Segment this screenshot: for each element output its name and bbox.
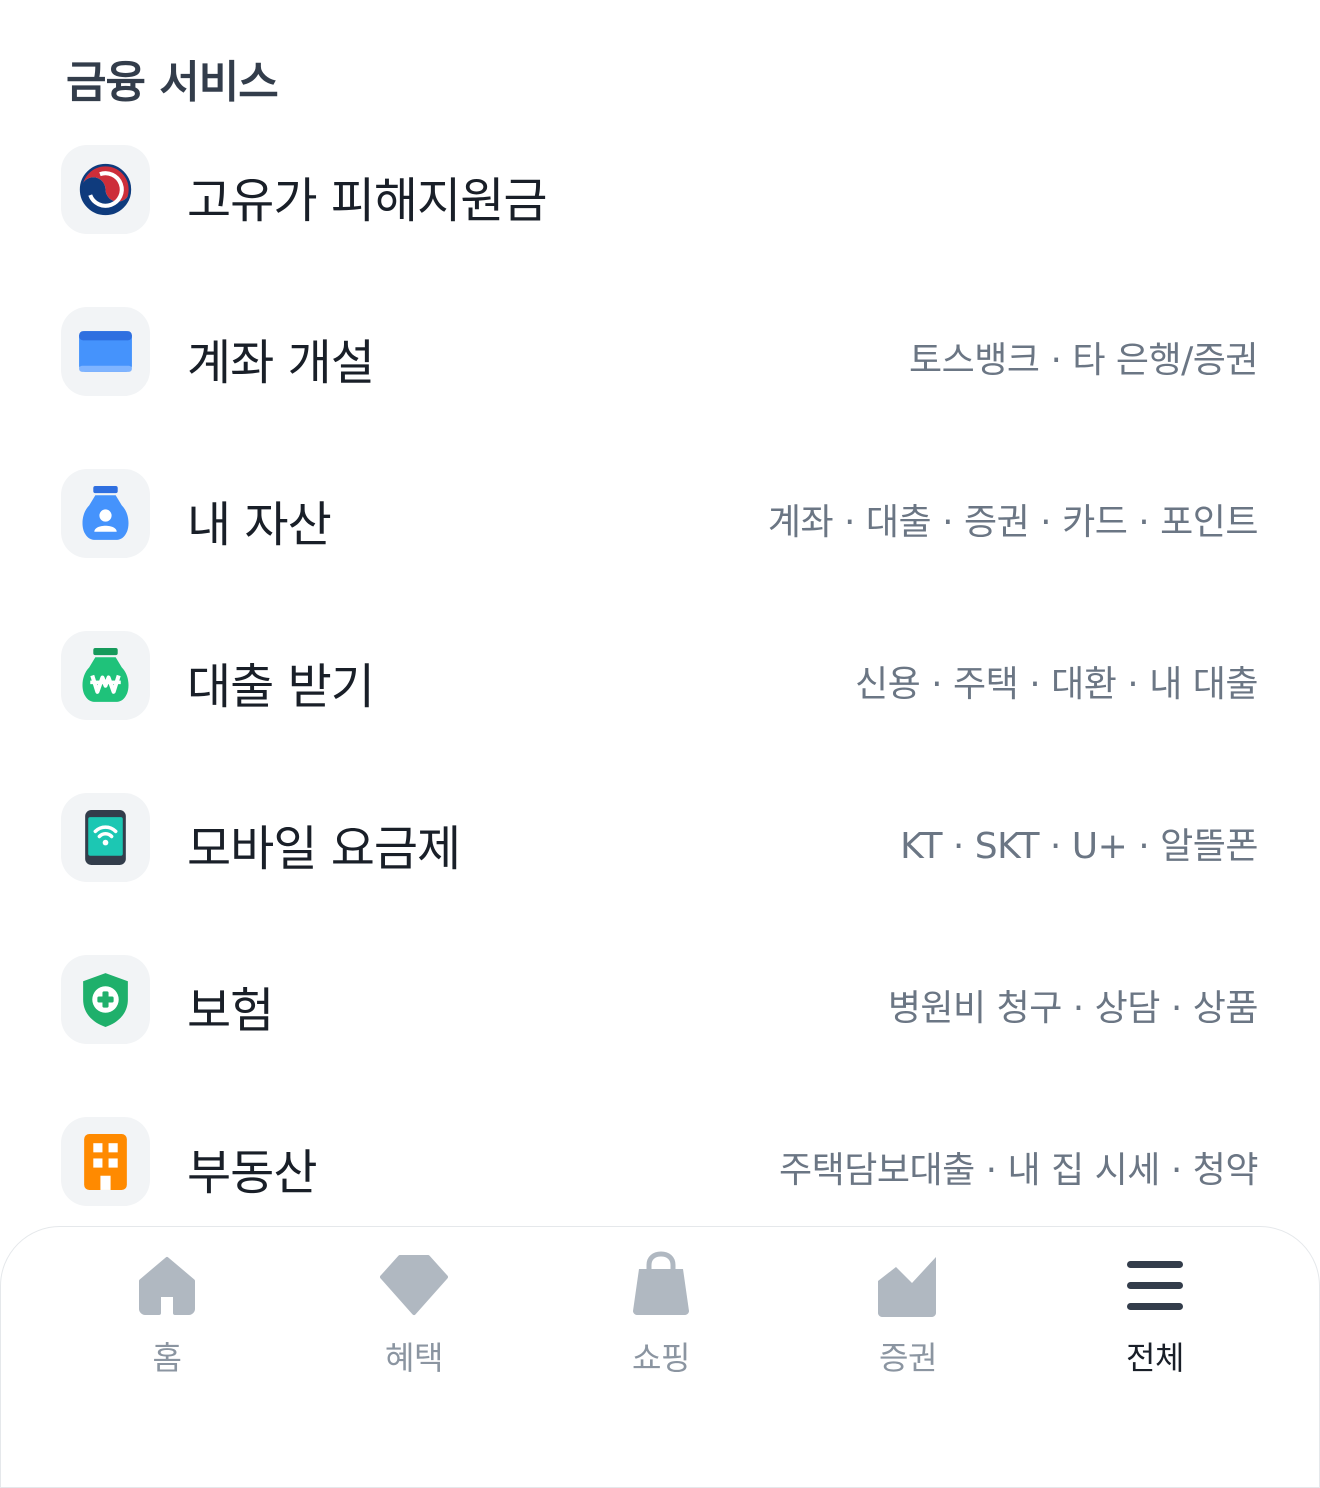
nav-label: 전체: [1126, 1339, 1184, 1377]
nav-label: 혜택: [385, 1339, 443, 1377]
stock-chart-icon: [878, 1257, 936, 1317]
section-title: 금융 서비스: [66, 57, 279, 108]
menu-item-label: 내 자산: [187, 497, 332, 553]
menu-icon: [1127, 1261, 1183, 1310]
nav-tab-home[interactable]: 홈: [67, 1227, 267, 1397]
phone-wifi-icon: [61, 793, 150, 882]
menu-item-open-account[interactable]: 계좌 개설 토스뱅크 · 타 은행/증권: [0, 307, 1320, 427]
menu-item-label: 대출 받기: [187, 659, 375, 715]
menu-item-real-estate[interactable]: 부동산 주택담보대출 · 내 집 시세 · 청약: [0, 1117, 1320, 1237]
nav-tab-shopping[interactable]: 쇼핑: [561, 1227, 761, 1397]
menu-item-get-loan[interactable]: 대출 받기 신용 · 주택 · 대환 · 내 대출: [0, 631, 1320, 751]
menu-item-sub: KT · SKT · U+ · 알뜰폰: [900, 826, 1258, 867]
building-icon: [61, 1117, 150, 1206]
menu-item-my-assets[interactable]: 내 자산 계좌 · 대출 · 증권 · 카드 · 포인트: [0, 469, 1320, 589]
menu-item-label: 계좌 개설: [187, 335, 375, 391]
nav-label: 홈: [152, 1339, 182, 1377]
nav-tab-all[interactable]: 전체: [1055, 1227, 1255, 1397]
home-icon: [139, 1257, 195, 1315]
korea-emblem-icon: [61, 145, 150, 234]
menu-item-label: 고유가 피해지원금: [187, 173, 548, 229]
shield-cross-icon: [61, 955, 150, 1044]
menu-item-sub: 토스뱅크 · 타 은행/증권: [909, 340, 1258, 381]
menu-item-sub: 신용 · 주택 · 대환 · 내 대출: [854, 664, 1259, 705]
menu-item-label: 보험: [187, 983, 274, 1039]
menu-item-insurance[interactable]: 보험 병원비 청구 · 상담 · 상품: [0, 955, 1320, 1075]
money-bag-icon: [61, 469, 150, 558]
card-icon: [61, 307, 150, 396]
gem-icon: [380, 1255, 448, 1315]
nav-tab-stocks[interactable]: 증권: [808, 1227, 1008, 1397]
menu-item-label: 부동산: [187, 1145, 317, 1201]
shopping-bag-icon: [633, 1251, 689, 1315]
menu-item-label: 모바일 요금제: [187, 821, 461, 877]
bottom-navigation: 홈 혜택 쇼핑 증권 전체: [0, 1226, 1320, 1488]
menu-item-mobile-plan[interactable]: 모바일 요금제 KT · SKT · U+ · 알뜰폰: [0, 793, 1320, 913]
menu-item-fuel-support[interactable]: 고유가 피해지원금: [0, 145, 1320, 265]
won-bag-icon: [61, 631, 150, 720]
menu-item-sub: 계좌 · 대출 · 증권 · 카드 · 포인트: [767, 502, 1259, 543]
menu-item-sub: 주택담보대출 · 내 집 시세 · 청약: [779, 1150, 1259, 1191]
nav-tab-benefits[interactable]: 혜택: [314, 1227, 514, 1397]
nav-label: 증권: [879, 1339, 937, 1377]
nav-label: 쇼핑: [632, 1339, 690, 1377]
menu-item-sub: 병원비 청구 · 상담 · 상품: [887, 988, 1259, 1029]
